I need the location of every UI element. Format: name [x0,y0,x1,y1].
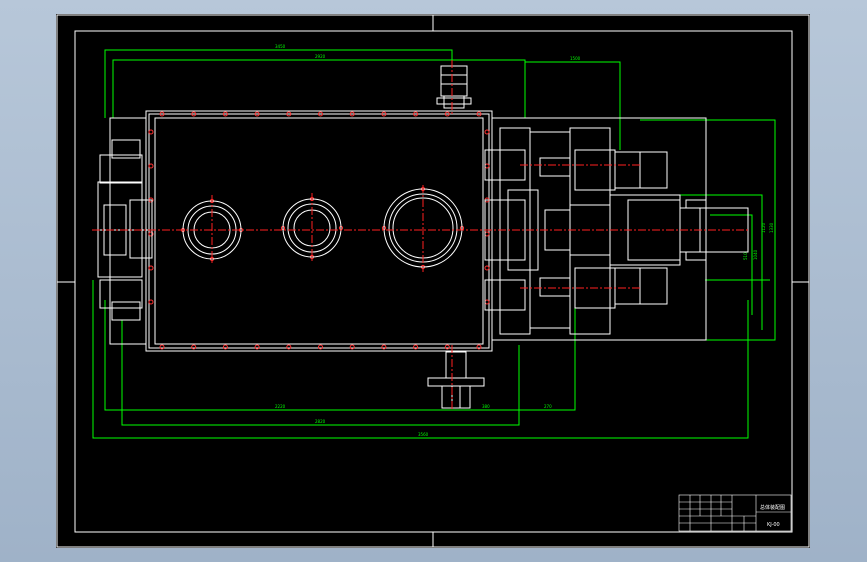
title-block-drawing-number: KJ-00 [767,522,780,528]
dim-right4: 1330 [769,222,774,233]
dim-bottom5: 3560 [418,432,429,437]
dim-top3: 1500 [570,56,581,61]
paper-background [56,14,810,548]
dim-right1: 510 [743,252,748,260]
dim-bottom2: 380 [482,404,490,409]
dim-right2: 1040 [753,249,758,260]
dim-right3: 1120 [761,222,766,233]
cad-viewport[interactable]: 3450 2920 1500 2220 380 270 2820 3560 51… [0,0,867,562]
dim-bottom3: 270 [544,404,552,409]
dim-bottom4: 2820 [315,419,326,424]
dim-top1: 3450 [275,44,286,49]
dim-bottom1: 2220 [275,404,286,409]
dim-top2: 2920 [315,54,326,59]
title-block-drawing-title: 总体装配图 [760,504,785,511]
drawing-sheet: 3450 2920 1500 2220 380 270 2820 3560 51… [56,14,810,548]
